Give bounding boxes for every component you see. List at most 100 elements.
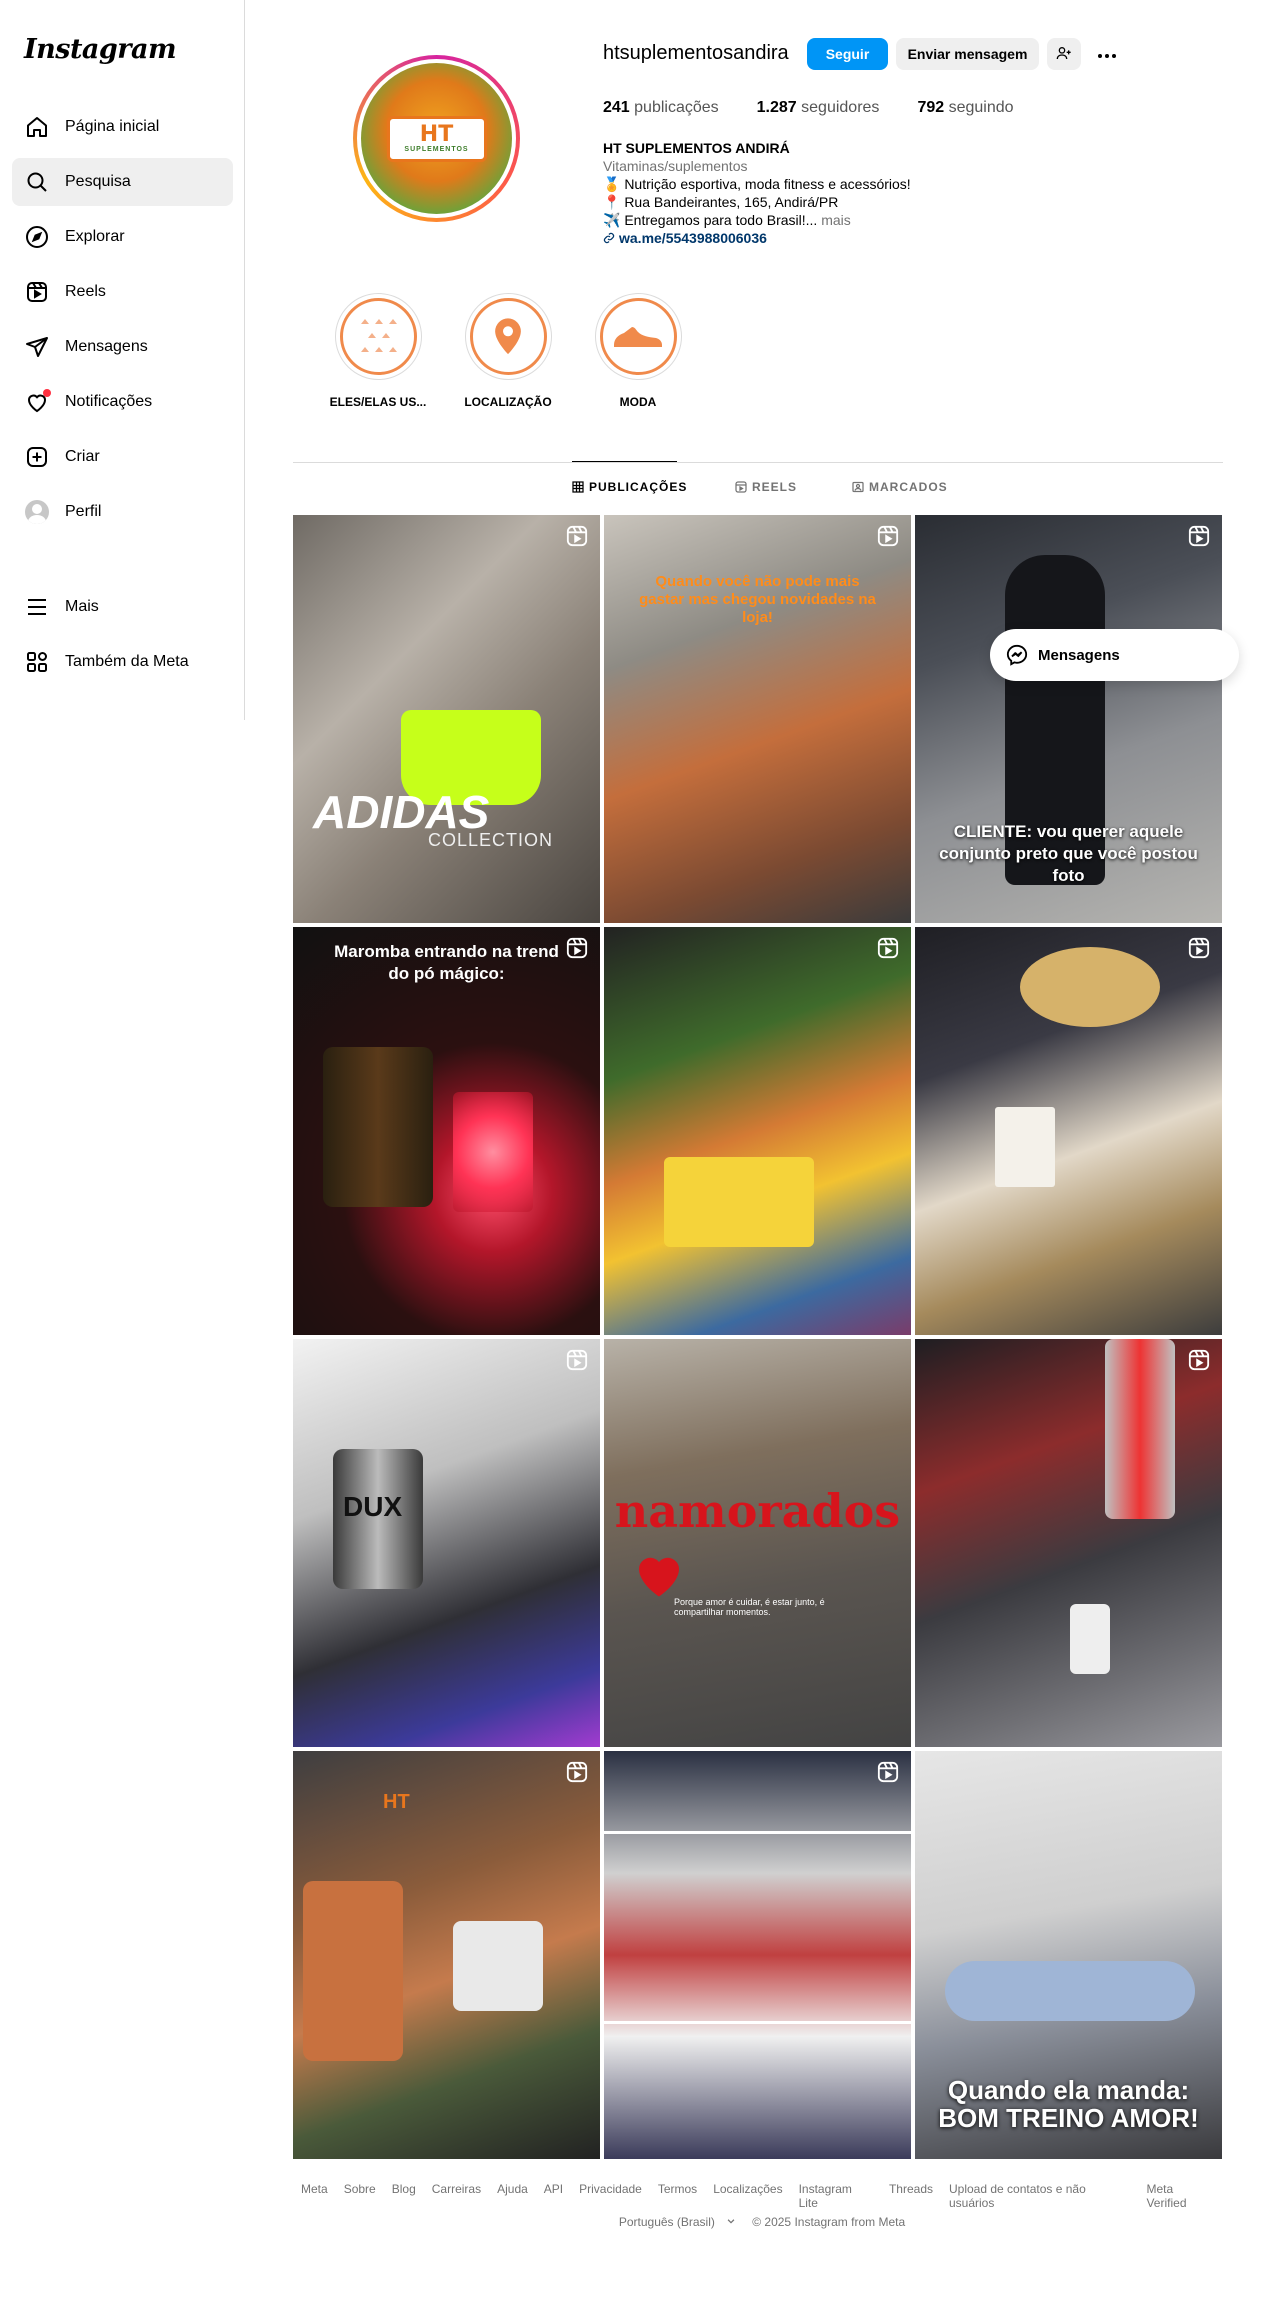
- reel-icon: [1188, 525, 1210, 547]
- highlight-item[interactable]: LOCALIZAÇÃO: [463, 293, 553, 409]
- footer-link[interactable]: Privacidade: [579, 2182, 642, 2210]
- followers-label: seguidores: [801, 99, 880, 116]
- reel-icon: [877, 525, 899, 547]
- grid-icon: [572, 481, 584, 493]
- tab-reels[interactable]: REELS: [735, 480, 797, 494]
- straw-hat: [1020, 947, 1160, 1027]
- posts-grid: ADIDAS COLLECTION Quando você não pode m…: [293, 515, 1223, 2159]
- post-tile[interactable]: Quando você não pode mais gastar mas che…: [604, 515, 911, 923]
- sidebar-item-label: Página inicial: [65, 118, 160, 135]
- glowing-glass: [453, 1092, 533, 1212]
- add-user-icon: [1056, 45, 1072, 64]
- post-tile[interactable]: HT: [293, 1751, 600, 2159]
- post-tile[interactable]: Maromba entrando na trend do pó mágico:: [293, 927, 600, 1335]
- sidebar-item-meta[interactable]: Também da Meta: [12, 638, 233, 686]
- sidebar-item-label: Mensagens: [65, 338, 148, 355]
- tab-posts[interactable]: PUBLICAÇÕES: [572, 480, 687, 494]
- highlight-item[interactable]: MODA: [593, 293, 683, 409]
- supplement-jar: [323, 1047, 433, 1207]
- footer-link[interactable]: Sobre: [344, 2182, 376, 2210]
- sidebar-item-label: Criar: [65, 448, 100, 465]
- instagram-logo[interactable]: Instagram: [24, 34, 177, 65]
- language-selector[interactable]: Português (Brasil): [611, 2215, 736, 2229]
- footer-link[interactable]: Meta Verified: [1146, 2182, 1215, 2210]
- ht-logo: HT SUPLEMENTOS: [361, 63, 512, 214]
- tab-label: REELS: [752, 480, 798, 494]
- sidebar-item-more[interactable]: Mais: [12, 583, 233, 631]
- sidebar-item-label: Reels: [65, 283, 106, 300]
- more-dots-icon: [1097, 46, 1117, 62]
- footer-link[interactable]: Meta: [301, 2182, 328, 2210]
- footer-link[interactable]: Termos: [658, 2182, 697, 2210]
- sidebar-item-messages[interactable]: Mensagens: [12, 323, 233, 371]
- copyright: © 2025 Instagram from Meta: [752, 2215, 906, 2229]
- suggest-follow-button[interactable]: [1047, 38, 1081, 70]
- logo-badge: HT SUPLEMENTOS: [386, 115, 487, 162]
- stat-followers[interactable]: 1.287 seguidores: [757, 99, 880, 117]
- reel-icon: [1188, 937, 1210, 959]
- tab-tagged[interactable]: MARCADOS: [852, 480, 948, 494]
- footer-link[interactable]: Ajuda: [497, 2182, 528, 2210]
- footer-link[interactable]: Upload de contatos e não usuários: [949, 2182, 1130, 2210]
- floating-messages-label: Mensagens: [1038, 646, 1120, 664]
- sidebar-item-label: Pesquisa: [65, 173, 131, 190]
- tab-label: PUBLICAÇÕES: [589, 480, 688, 494]
- bio-line: 📍 Rua Bandeirantes, 165, Andirá/PR: [603, 194, 839, 210]
- product-box: [995, 1107, 1055, 1187]
- send-message-button[interactable]: Enviar mensagem: [896, 38, 1039, 70]
- sidebar-item-notifications[interactable]: Notificações: [12, 378, 233, 426]
- footer-link[interactable]: Localizações: [713, 2182, 782, 2210]
- footer-link[interactable]: Carreiras: [432, 2182, 481, 2210]
- sidebar-item-home[interactable]: Página inicial: [12, 103, 233, 151]
- floating-messages-button[interactable]: Mensagens: [990, 629, 1239, 681]
- logo-text: HT: [419, 122, 454, 147]
- search-icon: [24, 169, 50, 195]
- post-tile[interactable]: namorados Porque amor é cuidar, é estar …: [604, 1339, 911, 1747]
- sidebar-item-create[interactable]: Criar: [12, 433, 233, 481]
- options-button[interactable]: [1090, 38, 1124, 70]
- reel-icon: [877, 1761, 899, 1783]
- sidebar-item-reels[interactable]: Reels: [12, 268, 233, 316]
- bio-more-link[interactable]: mais: [821, 212, 851, 228]
- reel-icon: [1188, 1349, 1210, 1371]
- stat-following[interactable]: 792 seguindo: [917, 99, 1013, 117]
- post-tile[interactable]: DUX: [293, 1339, 600, 1747]
- avatar-inner: HT SUPLEMENTOS: [357, 59, 516, 218]
- follow-button[interactable]: Seguir: [807, 38, 888, 70]
- footer-link[interactable]: Threads: [889, 2182, 933, 2210]
- post-tile[interactable]: [604, 1751, 911, 2159]
- posts-count: 241: [603, 99, 630, 116]
- highlight-ring: [594, 293, 682, 380]
- post-tile[interactable]: [915, 1339, 1222, 1747]
- bio-line: 🏅 Nutrição esportiva, moda fitness e ace…: [603, 176, 911, 192]
- post-tile[interactable]: [915, 927, 1222, 1335]
- footer-link[interactable]: Blog: [392, 2182, 416, 2210]
- pattern-icon: [361, 318, 397, 352]
- sidebar-item-search[interactable]: Pesquisa: [12, 158, 233, 206]
- sidebar-item-label: Explorar: [65, 228, 125, 245]
- highlight-cover: [599, 298, 677, 375]
- reel-icon: [566, 1761, 588, 1783]
- sidebar-item-explore[interactable]: Explorar: [12, 213, 233, 261]
- person-lying: [945, 1961, 1195, 2021]
- avatar: [25, 500, 49, 524]
- post-tile[interactable]: CLIENTE: vou querer aquele conjunto pret…: [915, 515, 1222, 923]
- bio-link[interactable]: wa.me/5543988006036: [603, 229, 1023, 247]
- profile-category: Vitaminas/suplementos: [603, 158, 748, 174]
- sidebar-item-profile[interactable]: Perfil: [12, 488, 233, 536]
- messenger-icon: [1006, 644, 1028, 666]
- send-icon: [24, 334, 50, 360]
- post-subcaption: Porque amor é cuidar, é estar junto, é c…: [674, 1597, 825, 1617]
- profile-username: htsuplementosandira: [603, 42, 789, 64]
- post-tile[interactable]: ADIDAS COLLECTION: [293, 515, 600, 923]
- profile-avatar[interactable]: HT SUPLEMENTOS: [353, 55, 520, 222]
- supplement-bottle: [1070, 1604, 1110, 1674]
- footer-link[interactable]: Instagram Lite: [799, 2182, 873, 2210]
- highlight-ring: [334, 293, 422, 380]
- highlight-cover: [339, 298, 417, 375]
- post-tile[interactable]: [604, 927, 911, 1335]
- footer-link[interactable]: API: [544, 2182, 563, 2210]
- post-tile[interactable]: Quando ela manda: BOM TREINO AMOR!: [915, 1751, 1222, 2159]
- avatar-wrapper: [24, 499, 50, 525]
- highlight-item[interactable]: ELES/ELAS US...: [330, 293, 426, 409]
